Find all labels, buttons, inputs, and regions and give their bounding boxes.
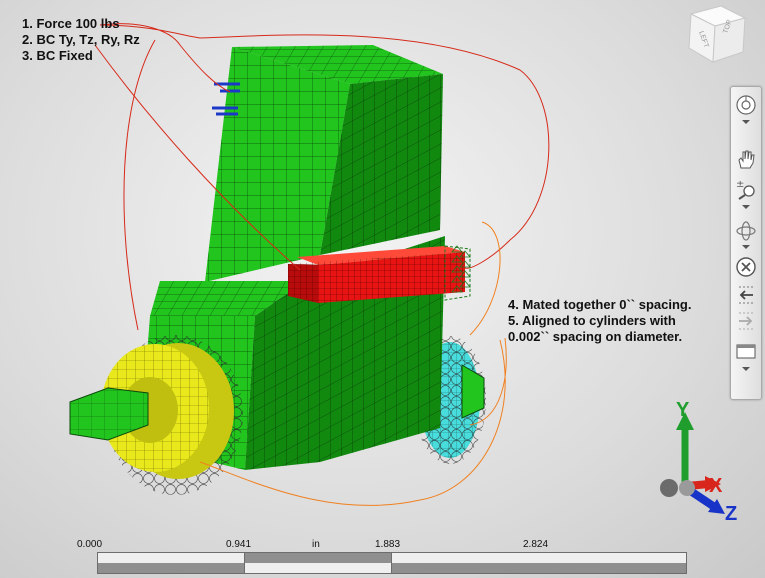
center-icon	[736, 257, 756, 277]
svg-text:±: ±	[736, 179, 744, 190]
upper-block[interactable]	[205, 45, 443, 282]
next-view-button[interactable]	[733, 309, 759, 333]
navigation-bar: ±	[730, 86, 762, 400]
chevron-down-icon[interactable]	[742, 367, 750, 371]
scale-segment	[98, 553, 245, 563]
scale-tick-label: 2.824	[523, 539, 549, 550]
view-select-icon	[736, 344, 756, 359]
previous-view-button[interactable]	[733, 283, 759, 307]
axis-triad: Y X Z	[660, 399, 737, 525]
note-1: 1. Force 100 lbs	[22, 16, 120, 31]
scale-track	[97, 552, 687, 574]
scale-tick-label: 0.000	[77, 539, 103, 550]
orbit-icon	[736, 221, 756, 241]
orbit-button[interactable]	[733, 219, 759, 243]
chevron-down-icon[interactable]	[742, 245, 750, 249]
chevron-down-icon[interactable]	[742, 120, 750, 124]
x-axis-label: X	[709, 475, 723, 497]
orbit-wheel-icon	[736, 95, 756, 115]
note-3: 3. BC Fixed	[22, 48, 93, 63]
zoom-button[interactable]: ±	[733, 177, 759, 201]
next-view-icon	[739, 312, 753, 330]
y-axis-label: Y	[676, 399, 690, 421]
scale-tick-label: 1.883	[375, 539, 401, 550]
scale-segment	[392, 553, 686, 563]
view-cube[interactable]: LEFT TOP	[683, 4, 753, 64]
scale-segment	[392, 563, 686, 573]
previous-view-icon	[739, 286, 753, 304]
center-button[interactable]	[733, 255, 759, 279]
scale-segment	[245, 553, 392, 563]
scale-segment	[245, 563, 392, 573]
boundary-notes: 1. Force 100 lbs 2. BC Ty, Tz, Ry, Rz 3.…	[22, 16, 140, 64]
z-axis-label: Z	[725, 503, 737, 525]
contact-notes: 4. Mated together 0`` spacing. 5. Aligne…	[508, 297, 691, 345]
zoom-icon: ±	[736, 179, 755, 200]
note-4: 4. Mated together 0`` spacing.	[508, 297, 692, 312]
scale-tick-label: 0.941	[226, 539, 252, 550]
model-viewport[interactable]: 1. Force 100 lbs 2. BC Ty, Tz, Ry, Rz 3.…	[0, 0, 765, 578]
scale-unit-label: in	[312, 539, 320, 550]
note-5-continued: 0.002`` spacing on diameter.	[508, 329, 683, 344]
yellow-cylinder[interactable]	[69, 335, 243, 495]
steering-wheel-button[interactable]	[733, 93, 759, 117]
view-select-button[interactable]	[733, 339, 759, 363]
scale-segment	[98, 563, 245, 573]
note-5: 5. Aligned to cylinders with	[508, 313, 676, 328]
chevron-down-icon[interactable]	[742, 205, 750, 209]
note-2: 2. BC Ty, Tz, Ry, Rz	[22, 32, 140, 47]
pan-button[interactable]	[733, 147, 759, 171]
pan-hand-icon	[738, 150, 755, 169]
